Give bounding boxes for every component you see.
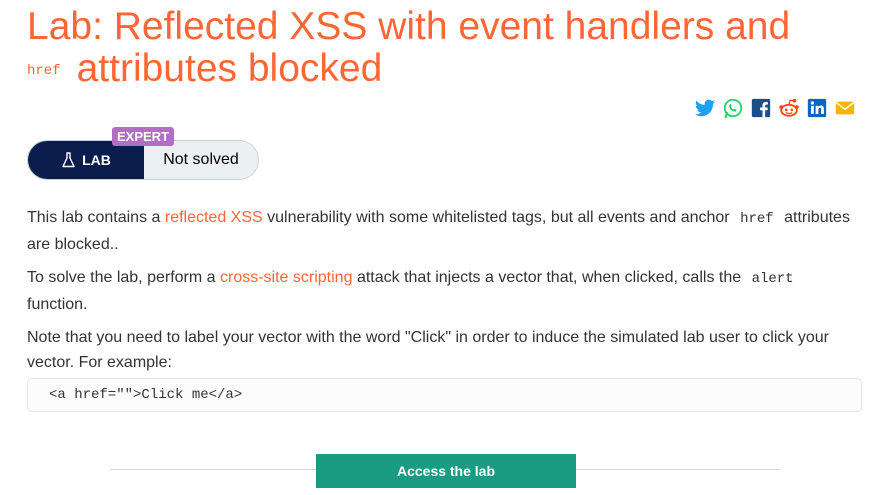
linkedin-icon[interactable] bbox=[806, 97, 828, 119]
expert-badge: EXPERT bbox=[112, 127, 175, 146]
text: This lab contains a bbox=[27, 209, 161, 226]
text: attack that injects a vector that, when … bbox=[356, 269, 742, 286]
inline-code-href: href bbox=[740, 211, 774, 227]
status-pill: LAB Not solved bbox=[27, 140, 259, 180]
lab-status-widget: EXPERT LAB Not solved bbox=[27, 127, 259, 180]
twitter-icon[interactable] bbox=[694, 97, 716, 119]
text: function. bbox=[27, 296, 88, 313]
description-paragraph-2: To solve the lab, perform a cross-site s… bbox=[27, 265, 857, 317]
description-paragraph-3: Note that you need to label your vector … bbox=[27, 329, 829, 371]
reddit-icon[interactable] bbox=[778, 97, 800, 119]
text: vulnerability with some whitelisted tags… bbox=[267, 209, 730, 226]
page-title: Lab: Reflected XSS with event handlers a… bbox=[27, 6, 847, 92]
title-rest: attributes blocked bbox=[76, 47, 383, 90]
title-code: href bbox=[27, 62, 61, 79]
share-bar bbox=[694, 97, 856, 119]
inline-code-alert: alert bbox=[751, 271, 794, 287]
text: To solve the lab, perform a bbox=[27, 269, 216, 286]
solved-state: Not solved bbox=[144, 141, 258, 179]
reflected-xss-link[interactable]: reflected XSS bbox=[165, 209, 263, 226]
facebook-icon[interactable] bbox=[750, 97, 772, 119]
lab-text: LAB bbox=[82, 152, 111, 168]
flask-icon bbox=[62, 152, 75, 168]
cross-site-scripting-link[interactable]: cross-site scripting bbox=[220, 269, 352, 286]
lab-description: This lab contains a reflected XSS vulner… bbox=[27, 205, 857, 383]
title-text: Lab: Reflected XSS with event handlers a… bbox=[27, 5, 791, 48]
whatsapp-icon[interactable] bbox=[722, 97, 744, 119]
lab-label: LAB bbox=[28, 141, 144, 179]
example-code-block: <a href="">Click me</a> bbox=[27, 378, 862, 412]
email-icon[interactable] bbox=[834, 97, 856, 119]
description-paragraph-1: This lab contains a reflected XSS vulner… bbox=[27, 205, 857, 257]
access-lab-button[interactable]: Access the lab bbox=[316, 454, 576, 488]
